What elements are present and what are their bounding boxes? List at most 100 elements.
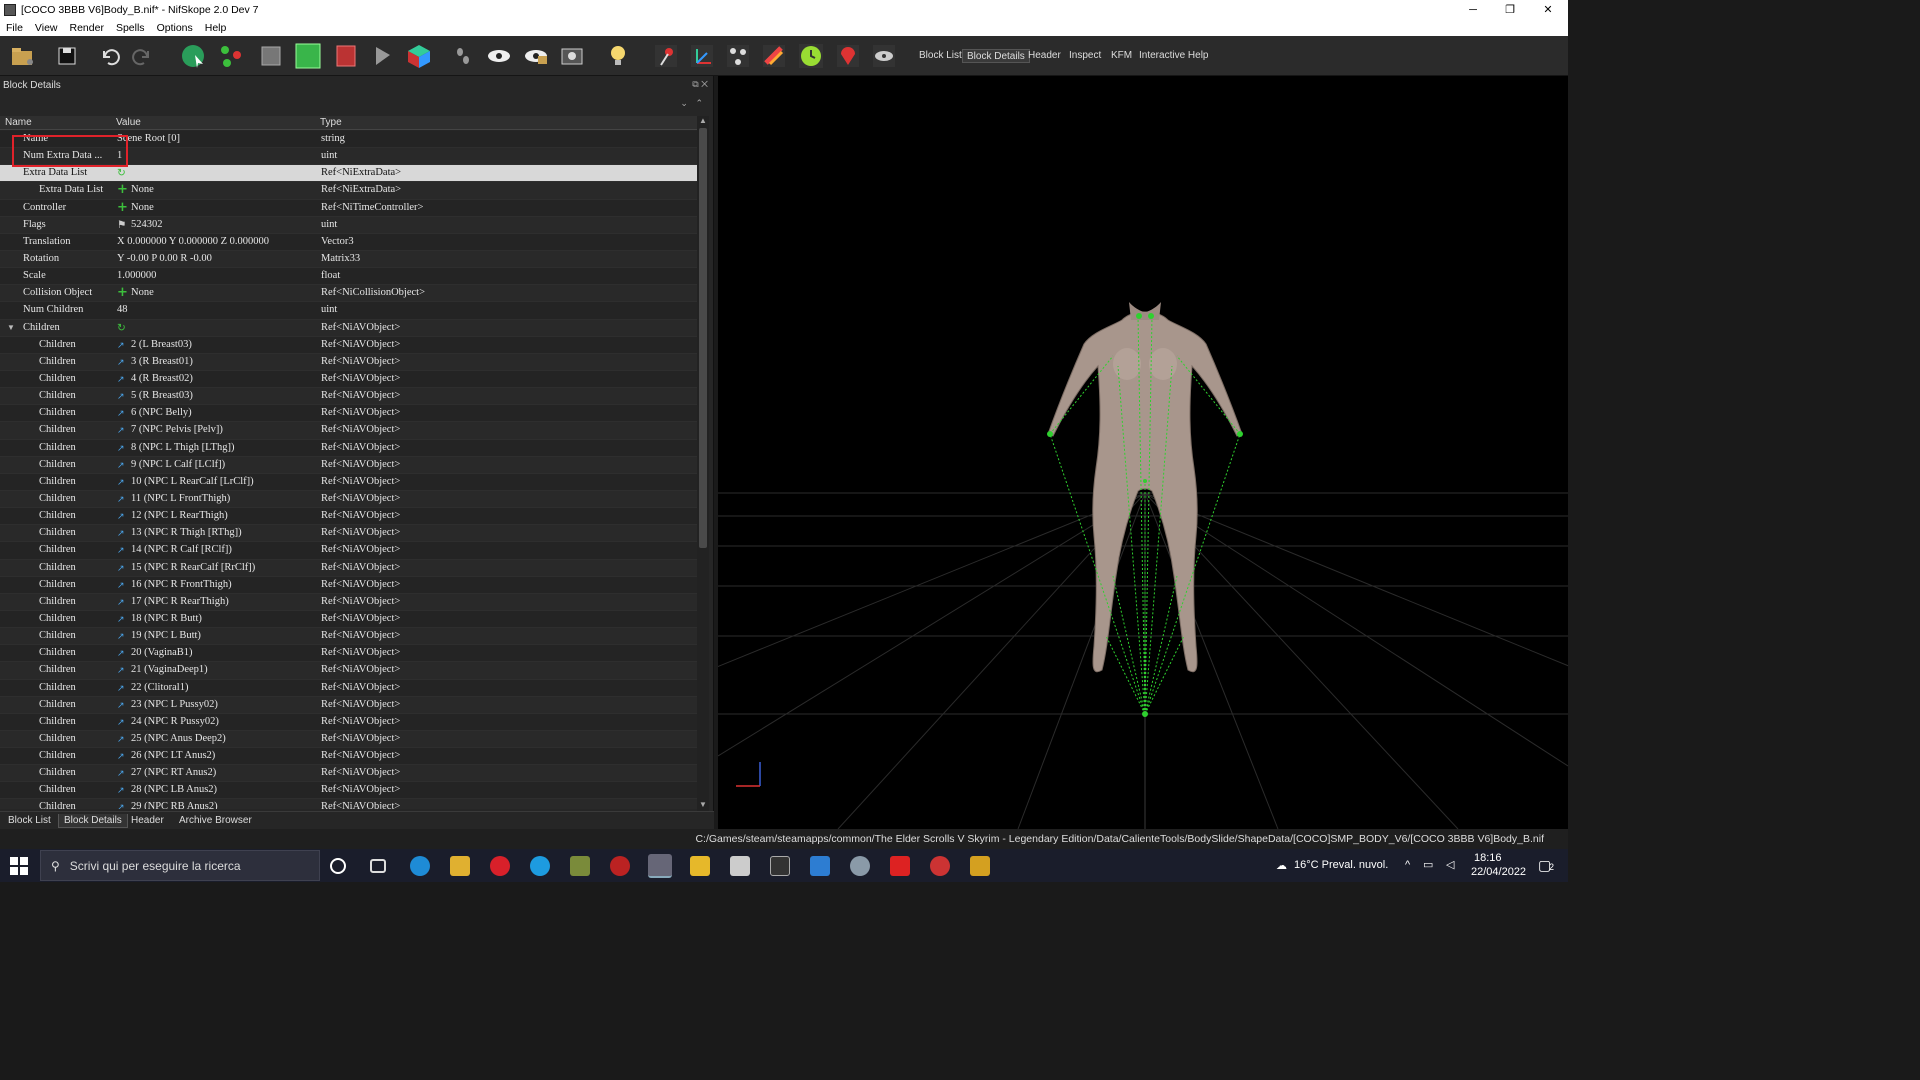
app-icon-1[interactable] — [570, 856, 590, 876]
row-value[interactable]: ↗ 9 (NPC L Calf [LClf]) — [117, 459, 225, 471]
tree-row[interactable]: Children ↗ 9 (NPC L Calf [LClf]) Ref<NiAVOb… — [0, 456, 697, 474]
add-ref-icon[interactable]: + — [117, 201, 128, 214]
row-value[interactable]: ↗ 21 (VaginaDeep1) — [117, 664, 208, 676]
undo-icon[interactable] — [94, 41, 124, 71]
bottom-tab-header[interactable]: Header — [126, 814, 169, 827]
cube-color-icon[interactable] — [404, 41, 434, 71]
minimize-button[interactable]: ─ — [1455, 0, 1491, 19]
link-icon[interactable]: ↗ — [117, 701, 127, 711]
row-value[interactable]: ↗ 13 (NPC R Thigh [RThg]) — [117, 527, 242, 539]
tree-row[interactable]: Collision Object + None Ref<NiCollisionObje… — [0, 285, 697, 303]
link-icon[interactable]: ↗ — [117, 512, 127, 522]
close-button[interactable]: ✕ — [1530, 0, 1566, 19]
row-value[interactable]: 1.000000 — [117, 270, 156, 281]
link-icon[interactable]: ↗ — [117, 581, 127, 591]
row-value[interactable]: Y -0.00 P 0.00 R -0.00 — [117, 253, 212, 264]
tree-row[interactable]: ▼ Children ↻ Ref<NiAVObject> — [0, 319, 697, 337]
row-value[interactable]: ↗ 28 (NPC LB Anus2) — [117, 784, 217, 796]
pin-icon[interactable] — [651, 41, 681, 71]
row-value[interactable]: ↗ 6 (NPC Belly) — [117, 407, 192, 419]
link-icon[interactable]: ↗ — [117, 426, 127, 436]
menu-file[interactable]: File — [0, 22, 29, 34]
edge-icon[interactable] — [410, 856, 430, 876]
scroll-down-icon[interactable]: ▼ — [699, 800, 707, 809]
task-view-icon[interactable] — [370, 859, 386, 873]
windows-start-icon[interactable] — [10, 857, 28, 875]
link-icon[interactable]: ↗ — [117, 358, 127, 368]
col-type[interactable]: Type — [320, 117, 342, 128]
row-value[interactable]: ↗ 17 (NPC R RearThigh) — [117, 596, 229, 608]
tree-row[interactable]: Children ↗ 18 (NPC R Butt) Ref<NiAVObject> — [0, 610, 697, 629]
col-value[interactable]: Value — [116, 117, 141, 128]
row-value[interactable]: ↻ — [117, 167, 131, 179]
link-icon[interactable]: ↗ — [117, 529, 127, 539]
row-value[interactable]: ↗ 3 (R Breast01) — [117, 356, 193, 368]
app-icon-5[interactable] — [770, 856, 790, 876]
refresh-icon[interactable]: ↻ — [117, 322, 127, 334]
row-value[interactable]: ↗ 11 (NPC L FrontThigh) — [117, 493, 230, 505]
link-icon[interactable]: ↗ — [117, 598, 127, 608]
row-value[interactable]: ↗ 29 (NPC RB Anus2) — [117, 801, 218, 809]
nifskope-taskbar-icon[interactable] — [648, 854, 672, 878]
network-icon[interactable]: ▭ — [1423, 858, 1433, 871]
app-icon-6[interactable] — [810, 856, 830, 876]
tree-row[interactable]: Scale 1.000000 float — [0, 268, 697, 286]
tab-block-details[interactable]: Block Details — [962, 49, 1030, 63]
app-icon-9[interactable] — [970, 856, 990, 876]
link-icon[interactable]: ↗ — [117, 769, 127, 779]
row-value[interactable]: ↗ 19 (NPC L Butt) — [117, 630, 201, 642]
row-value[interactable]: + None — [117, 201, 154, 214]
tree-row[interactable]: Extra Data List ↻ Ref<NiExtraData> — [0, 165, 697, 183]
link-icon[interactable]: ↗ — [117, 786, 127, 796]
clock-icon[interactable] — [796, 41, 826, 71]
link-icon[interactable]: ↗ — [117, 632, 127, 642]
row-value[interactable]: ↗ 18 (NPC R Butt) — [117, 613, 202, 625]
bottom-tab-block-details[interactable]: Block Details — [58, 814, 128, 828]
row-value[interactable]: ↗ 5 (R Breast03) — [117, 390, 193, 402]
tree-row[interactable]: Children ↗ 17 (NPC R RearThigh) Ref<NiAVObj… — [0, 593, 697, 611]
link-icon[interactable]: ↗ — [117, 564, 127, 574]
footprints-icon[interactable] — [448, 41, 478, 71]
tree-row[interactable]: Children ↗ 3 (R Breast01) Ref<NiAVObject> — [0, 353, 697, 371]
eye-hidden-icon[interactable] — [521, 41, 551, 71]
tree-row[interactable]: Children ↗ 10 (NPC L RearCalf [LrClf]) Ref<… — [0, 473, 697, 491]
link-icon[interactable]: ↗ — [117, 666, 127, 676]
row-value[interactable]: ↗ 12 (NPC L RearThigh) — [117, 510, 228, 522]
app-icon-4[interactable] — [730, 856, 750, 876]
camera-icon[interactable] — [557, 41, 587, 71]
render-viewport[interactable] — [718, 76, 1568, 829]
row-value[interactable]: ↗ 26 (NPC LT Anus2) — [117, 750, 215, 762]
box-red-icon[interactable] — [331, 41, 361, 71]
menu-view[interactable]: View — [29, 22, 64, 34]
link-icon[interactable]: ↗ — [117, 684, 127, 694]
refresh-icon[interactable]: ↻ — [117, 167, 127, 179]
row-value[interactable]: ↗ 23 (NPC L Pussy02) — [117, 699, 218, 711]
tree-row[interactable]: Num Children 48 uint — [0, 302, 697, 320]
row-value[interactable]: ↗ 16 (NPC R FrontThigh) — [117, 579, 232, 591]
link-icon[interactable]: ↗ — [117, 735, 127, 745]
gradient-icon[interactable] — [759, 41, 789, 71]
tree-row[interactable]: Children ↗ 16 (NPC R FrontThigh) Ref<NiAVOb… — [0, 576, 697, 594]
app-icon-3[interactable] — [690, 856, 710, 876]
link-icon[interactable]: ↗ — [117, 615, 127, 625]
panel-float-close-icon[interactable]: ⧉ ✕ — [692, 79, 708, 90]
collapse-expand-icon[interactable]: ⌄ ⌃ — [680, 98, 703, 109]
marker-icon[interactable] — [833, 41, 863, 71]
row-value[interactable]: ↗ 2 (L Breast03) — [117, 339, 192, 351]
restore-button[interactable]: ❐ — [1492, 0, 1528, 19]
link-icon[interactable]: ↗ — [117, 495, 127, 505]
tree-row[interactable]: Flags ⚑ 524302 uint — [0, 216, 697, 234]
nodes-icon[interactable] — [723, 41, 753, 71]
save-icon[interactable] — [52, 41, 82, 71]
eye-toggle-icon[interactable] — [869, 41, 899, 71]
row-value[interactable]: ↗ 10 (NPC L RearCalf [LrClf]) — [117, 476, 254, 488]
link-icon[interactable]: ↗ — [117, 375, 127, 385]
link-icon[interactable]: ↗ — [117, 478, 127, 488]
tree-row[interactable]: Children ↗ 23 (NPC L Pussy02) Ref<NiAVObjec… — [0, 696, 697, 714]
tab-header[interactable]: Header — [1024, 49, 1065, 63]
tree-row[interactable]: Children ↗ 12 (NPC L RearThigh) Ref<NiAVObj… — [0, 508, 697, 526]
tree-row[interactable]: Children ↗ 25 (NPC Anus Deep2) Ref<NiAVObje… — [0, 730, 697, 749]
lightbulb-icon[interactable] — [603, 41, 633, 71]
bottom-tab-archive-browser[interactable]: Archive Browser — [174, 814, 257, 827]
menu-help[interactable]: Help — [199, 22, 233, 34]
